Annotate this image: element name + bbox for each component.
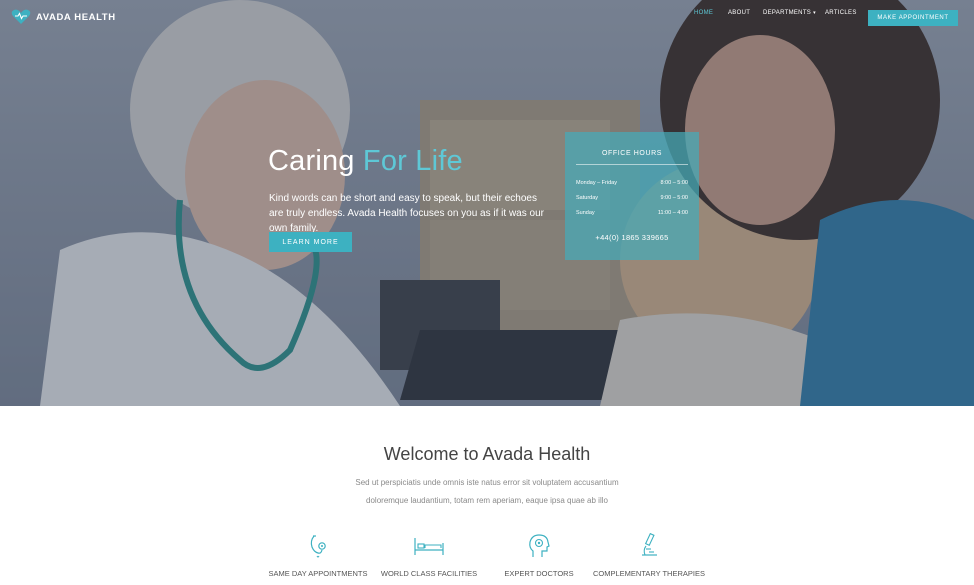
feature-complementary-therapies[interactable]: COMPLEMENTARY THERAPIES (584, 533, 714, 578)
head-profile-icon (529, 534, 550, 557)
nav-item-departments[interactable]: DEPARTMENTS ▾ (763, 10, 816, 16)
hours-day: Sunday (576, 210, 595, 216)
hero-title: Caring For Life (268, 145, 463, 178)
office-hours-divider (576, 164, 688, 165)
learn-more-button[interactable]: LEARN MORE (269, 232, 352, 252)
welcome-text: Sed ut perspiciatis unde omnis iste natu… (337, 474, 637, 510)
hero-title-accent: For Life (362, 145, 463, 177)
welcome-text-line: Sed ut perspiciatis unde omnis iste natu… (355, 478, 619, 487)
welcome-text-line: doloremque laudantium, totam rem aperiam… (366, 496, 608, 505)
nav-item-about[interactable]: ABOUT (728, 10, 750, 16)
brand-name: AVADA HEALTH (36, 11, 116, 23)
hero-description: Kind words can be short and easy to spea… (269, 193, 544, 234)
top-navigation: AVADA HEALTH HOME ABOUT DEPARTMENTS ▾ ART… (0, 0, 974, 36)
hero-title-main: Caring (268, 145, 355, 177)
welcome-title: Welcome to Avada Health (383, 444, 591, 464)
hours-time: 9:00 – 5:00 (660, 195, 688, 201)
office-hours-title: OFFICE HOURS (601, 150, 663, 157)
nav-item-home[interactable]: HOME (694, 10, 713, 16)
nav-item-articles[interactable]: ARTICLES (825, 10, 857, 16)
microscope-icon (642, 533, 657, 556)
hours-day: Monday – Friday (576, 180, 617, 186)
chevron-down-icon: ▾ (813, 10, 816, 16)
hours-time: 11:00 – 4:00 (657, 210, 688, 216)
feature-label: COMPLEMENTARY THERAPIES (593, 569, 705, 578)
office-phone[interactable]: +44(0) 1865 339665 (565, 233, 699, 242)
stethoscope-icon (310, 535, 326, 558)
office-hours-panel: OFFICE HOURS Monday – Friday 8:00 – 5:00… (565, 132, 699, 260)
hours-day: Saturday (576, 195, 599, 201)
heart-icon (11, 9, 31, 24)
make-appointment-button[interactable]: MAKE APPOINTMENT (868, 10, 958, 26)
hero-section: AVADA HEALTH HOME ABOUT DEPARTMENTS ▾ ART… (0, 0, 974, 406)
nav-item-departments-label: DEPARTMENTS (763, 10, 812, 16)
hospital-bed-icon (414, 538, 444, 555)
hours-time: 8:00 – 5:00 (660, 180, 688, 186)
brand-logo[interactable]: AVADA HEALTH (11, 9, 116, 25)
